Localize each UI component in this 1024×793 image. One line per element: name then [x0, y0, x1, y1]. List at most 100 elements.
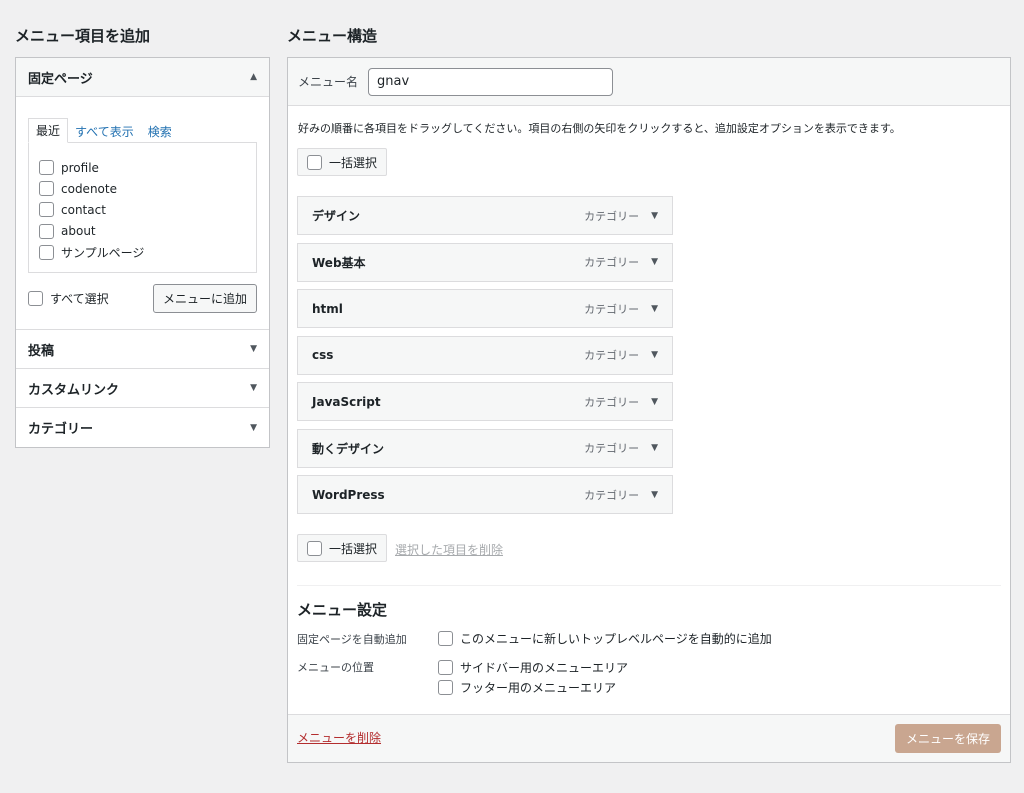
expand-arrow-icon[interactable]: ▼	[651, 211, 658, 221]
menu-item[interactable]: JavaScript カテゴリー ▼	[297, 382, 673, 421]
pages-checklist: profile codenote contact about サンプルページ	[28, 142, 257, 273]
location-checkbox[interactable]	[438, 660, 453, 675]
checkbox[interactable]	[39, 244, 54, 260]
add-to-menu-button[interactable]: メニューに追加	[152, 284, 257, 313]
save-menu-button[interactable]: メニューを保存	[894, 724, 1001, 753]
menu-item-type: カテゴリー ▼	[584, 440, 658, 456]
menu-item-type: カテゴリー ▼	[584, 347, 658, 363]
panel-title: 投稿	[28, 343, 55, 359]
item-type-label: カテゴリー	[584, 302, 640, 316]
expand-arrow-icon[interactable]: ▼	[651, 397, 658, 407]
page-label: codenote	[61, 181, 117, 196]
location-option-label: サイドバー用のメニューエリア	[460, 661, 629, 675]
list-item[interactable]: profile	[39, 157, 246, 178]
add-menu-items-panel: 固定ページ ▲ 最近 すべて表示 検索 profile codenote con…	[15, 57, 270, 448]
expand-arrow-icon[interactable]: ▼	[250, 423, 257, 433]
auto-add-option-label: このメニューに新しいトップレベルページを自動的に追加	[460, 632, 772, 646]
page-label: about	[61, 224, 96, 239]
menu-item-title: WordPress	[312, 487, 385, 502]
expand-arrow-icon[interactable]: ▼	[651, 304, 658, 314]
menu-item-title: JavaScript	[312, 394, 381, 409]
item-type-label: カテゴリー	[584, 442, 640, 455]
select-all-row[interactable]: すべて選択	[28, 288, 109, 309]
location-option-footer[interactable]: フッター用のメニューエリア	[438, 679, 616, 696]
bulk-select-checkbox[interactable]	[307, 540, 322, 556]
expand-arrow-icon[interactable]: ▼	[250, 344, 257, 354]
expand-arrow-icon[interactable]: ▼	[651, 350, 658, 360]
pages-tabs: 最近 すべて表示 検索	[28, 118, 257, 143]
menu-item[interactable]: css カテゴリー ▼	[297, 335, 673, 375]
menu-structure-heading: メニュー構造	[287, 27, 378, 45]
menu-structure-panel: メニュー名 gnav 好みの順番に各項目をドラッグしてください。項目の右側の矢印…	[287, 57, 1011, 763]
pages-panel-body: 最近 すべて表示 検索 profile codenote contact abo…	[16, 97, 269, 330]
select-all-label: すべて選択	[50, 292, 109, 306]
location-option-sidebar[interactable]: サイドバー用のメニューエリア	[438, 659, 628, 676]
checkbox[interactable]	[39, 202, 54, 218]
bulk-select-label: 一括選択	[329, 155, 378, 170]
menu-item[interactable]: html カテゴリー ▼	[297, 289, 673, 328]
page-label: contact	[61, 202, 106, 217]
menu-item-title: html	[312, 301, 343, 316]
expand-arrow-icon[interactable]: ▼	[651, 257, 658, 267]
menu-item[interactable]: 動くデザイン カテゴリー ▼	[297, 428, 673, 468]
menu-footer: メニューを削除 メニューを保存	[288, 714, 1010, 762]
panel-header-posts[interactable]: 投稿 ▼	[16, 330, 269, 369]
menu-item[interactable]: Web基本 カテゴリー ▼	[297, 242, 673, 282]
menu-item-title: 動くデザイン	[312, 441, 385, 456]
tab-search[interactable]: 検索	[141, 120, 179, 143]
item-type-label: カテゴリー	[584, 488, 640, 502]
tab-recent[interactable]: 最近	[28, 118, 69, 143]
auto-add-label: 固定ページを自動追加	[297, 633, 407, 646]
menu-name-input[interactable]: gnav	[368, 67, 614, 96]
menu-item[interactable]: WordPress カテゴリー ▼	[297, 475, 673, 514]
panel-title: カテゴリー	[28, 422, 94, 437]
menu-settings-heading: メニュー設定	[297, 601, 388, 619]
page-label: profile	[61, 160, 99, 175]
select-all-checkbox[interactable]	[28, 291, 43, 306]
delete-menu-link[interactable]: メニューを削除	[297, 729, 381, 746]
collapse-arrow-icon[interactable]: ▲	[250, 72, 257, 82]
expand-arrow-icon[interactable]: ▼	[651, 490, 658, 500]
bulk-select-label: 一括選択	[329, 541, 378, 556]
menu-item-type: カテゴリー ▼	[584, 208, 658, 224]
bulk-select-checkbox[interactable]	[307, 154, 322, 170]
item-type-label: カテゴリー	[584, 349, 640, 362]
menu-location-label: メニューの位置	[297, 661, 374, 674]
list-item[interactable]: about	[39, 221, 246, 242]
bulk-select-top[interactable]: 一括選択	[297, 148, 388, 176]
menu-item-title: Web基本	[312, 255, 366, 270]
location-checkbox[interactable]	[438, 680, 453, 695]
menu-item[interactable]: デザイン カテゴリー ▼	[297, 196, 673, 235]
checkbox[interactable]	[39, 223, 54, 239]
item-type-label: カテゴリー	[584, 395, 640, 409]
remove-selected-link[interactable]: 選択した項目を削除	[395, 541, 503, 558]
panel-title: 固定ページ	[28, 71, 93, 87]
menu-item-type: カテゴリー ▼	[584, 394, 658, 410]
bulk-select-bottom[interactable]: 一括選択	[297, 534, 388, 562]
tab-view-all[interactable]: すべて表示	[68, 120, 141, 143]
menu-item-title: css	[312, 348, 334, 362]
panel-title: カスタムリンク	[28, 382, 120, 398]
menu-item-type: カテゴリー ▼	[584, 487, 658, 503]
menu-header: メニュー名 gnav	[288, 58, 1010, 106]
accordion: 固定ページ ▲ 最近 すべて表示 検索 profile codenote con…	[15, 57, 270, 448]
expand-arrow-icon[interactable]: ▼	[250, 383, 257, 393]
location-option-label: フッター用のメニューエリア	[460, 681, 617, 695]
panel-header-categories[interactable]: カテゴリー ▼	[16, 408, 269, 447]
checkbox[interactable]	[39, 160, 54, 176]
expand-arrow-icon[interactable]: ▼	[651, 443, 658, 453]
list-item[interactable]: codenote	[39, 178, 246, 199]
pages-panel-footer: すべて選択 メニューに追加	[28, 284, 257, 313]
panel-header-pages[interactable]: 固定ページ ▲	[16, 58, 269, 97]
item-type-label: カテゴリー	[584, 256, 640, 269]
checkbox[interactable]	[39, 181, 54, 197]
menu-name-label: メニュー名	[298, 75, 359, 89]
panel-header-custom-links[interactable]: カスタムリンク ▼	[16, 369, 269, 408]
list-item[interactable]: サンプルページ	[39, 242, 246, 263]
list-item[interactable]: contact	[39, 199, 246, 220]
add-menu-items-heading: メニュー項目を追加	[15, 27, 151, 45]
divider	[297, 585, 1001, 586]
auto-add-option[interactable]: このメニューに新しいトップレベルページを自動的に追加	[438, 630, 772, 647]
auto-add-checkbox[interactable]	[438, 631, 453, 646]
menu-item-title: デザイン	[312, 209, 361, 223]
